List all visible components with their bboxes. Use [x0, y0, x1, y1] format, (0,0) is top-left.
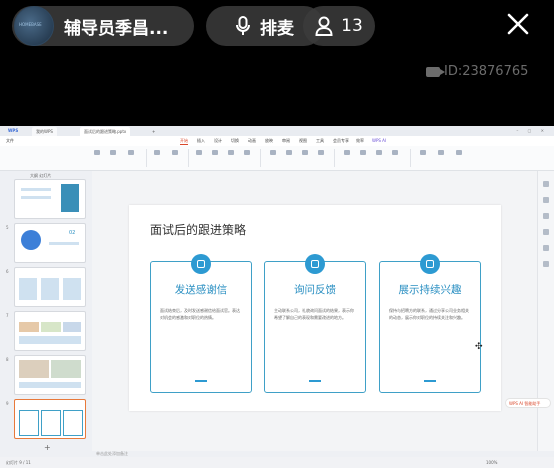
slide-thumbnail-selected[interactable]: 9: [6, 399, 86, 439]
slide-thumbnail[interactable]: 6: [6, 267, 86, 307]
slide-thumbnail[interactable]: 8: [6, 355, 86, 395]
wps-logo: WPS: [8, 128, 19, 133]
card-heading: 展示持续兴趣: [398, 284, 462, 296]
card-show-interest[interactable]: 展示持续兴趣 保持与招聘方的联系，通过分享公司业务相关的动态，展示你对职位的持续…: [379, 254, 481, 393]
menu-transition[interactable]: 切换: [231, 138, 239, 144]
stream-id: ID:23876765: [426, 64, 528, 79]
card-heading: 发送感谢信: [174, 284, 228, 296]
menu-review[interactable]: 审阅: [282, 138, 290, 144]
mouse-cursor: ✣: [475, 342, 483, 352]
menu-tools[interactable]: 工具: [316, 138, 324, 144]
ribbon-tool[interactable]: [90, 150, 104, 158]
thank-you-icon: [191, 254, 211, 274]
menu-wps-ai[interactable]: WPS AI: [372, 138, 386, 143]
ribbon-tool[interactable]: [150, 150, 164, 158]
slide-thumbnail[interactable]: 7: [6, 311, 86, 351]
new-tab-button[interactable]: +: [148, 127, 159, 136]
wps-tabstrip: WPS 我的WPS 面试后的跟进策略.pptx + – ▢ ✕: [0, 126, 554, 136]
ribbon-tool[interactable]: [208, 150, 222, 158]
ribbon-tool[interactable]: [340, 150, 354, 158]
feedback-icon: [305, 254, 325, 274]
mic-label: 排麦: [260, 18, 294, 39]
rail-tool-icon[interactable]: [543, 181, 549, 187]
menu-file[interactable]: 文件: [6, 138, 14, 144]
card-heading: 询问反馈: [294, 284, 336, 296]
ribbon-tool[interactable]: [434, 150, 448, 158]
slide-thumbnail[interactable]: 5 02: [6, 223, 86, 263]
ribbon-tool[interactable]: [266, 150, 280, 158]
tab-document[interactable]: 面试后的跟进策略.pptx: [80, 127, 131, 136]
ribbon-tool[interactable]: [314, 150, 328, 158]
ribbon-tool[interactable]: [452, 150, 466, 158]
ribbon-tool[interactable]: [168, 150, 182, 158]
ribbon-tool[interactable]: [124, 150, 138, 158]
ribbon-tool[interactable]: [106, 150, 120, 158]
rail-tool-icon[interactable]: [543, 229, 549, 235]
slide-counter: 幻灯片 9 / 11: [6, 460, 31, 465]
ribbon-tool[interactable]: [192, 150, 206, 158]
ribbon-tool[interactable]: [356, 150, 370, 158]
right-tool-rail: [537, 171, 554, 451]
ribbon-tool[interactable]: [224, 150, 238, 158]
menu-design[interactable]: 设计: [214, 138, 222, 144]
microphone-icon: [236, 16, 250, 35]
slide-editing-canvas[interactable]: 面试后的跟进策略 发送感谢信 面试结束后，及时发送感谢信给面试官。表达对机会的感…: [92, 171, 538, 451]
camera-icon: [426, 66, 445, 77]
ribbon-tool[interactable]: [388, 150, 402, 158]
menu-view[interactable]: 视图: [299, 138, 307, 144]
user-icon: [315, 16, 333, 36]
rail-tool-icon[interactable]: [543, 261, 549, 267]
zoom-level[interactable]: 100%: [486, 460, 497, 465]
viewer-count: 13: [341, 16, 363, 36]
ribbon-tool[interactable]: [298, 150, 312, 158]
card-ask-feedback[interactable]: 询问反馈 主动联系公司，礼貌询问面试的结果，表示你希望了解自己的表现和需要改进的…: [264, 254, 366, 393]
rail-tool-icon[interactable]: [543, 245, 549, 251]
thumb-number-text: 02: [69, 230, 76, 236]
ribbon-tool[interactable]: [372, 150, 386, 158]
wps-ai-badge[interactable]: WPS AI 智能助手: [505, 398, 551, 408]
stream-id-text: ID:23876765: [444, 64, 529, 79]
ribbon-toolbar: [0, 146, 554, 171]
slide-thumbnail[interactable]: [14, 179, 86, 219]
status-bar: 幻灯片 9 / 11 100%: [0, 457, 554, 468]
interest-icon: [420, 254, 440, 274]
host-avatar-text: HOMEBASE: [19, 22, 42, 27]
card-body: 主动联系公司，礼貌询问面试的结果，表示你希望了解自己的表现和需要改进的地方。: [274, 308, 354, 320]
card-body: 面试结束后，及时发送感谢信给面试官。表达对机会的感激和对职位的热情。: [160, 308, 240, 320]
close-icon[interactable]: [506, 12, 530, 36]
rail-tool-icon[interactable]: [543, 213, 549, 219]
add-slide-button[interactable]: +: [44, 443, 51, 452]
viewer-count-pill[interactable]: 13: [303, 6, 375, 46]
host-name: 辅导员季昌...: [64, 18, 169, 39]
rail-tool-icon[interactable]: [543, 197, 549, 203]
slide-thumbnail-pane: 大纲 幻灯片 5 02 6 7 8 9 +: [0, 171, 92, 452]
menu-efficiency[interactable]: 效率: [356, 138, 364, 144]
slide-title[interactable]: 面试后的跟进策略: [150, 221, 246, 238]
card-accent-bar: [309, 380, 321, 382]
menu-member[interactable]: 会员专享: [333, 138, 349, 144]
menu-slideshow[interactable]: 放映: [265, 138, 273, 144]
wps-menubar: 文件 开始 插入 设计 切换 动画 放映 审阅 视图 工具 会员专享 效率 WP…: [0, 136, 554, 146]
card-accent-bar: [424, 380, 436, 382]
menu-insert[interactable]: 插入: [197, 138, 205, 144]
menu-home[interactable]: 开始: [180, 138, 188, 145]
ribbon-tool[interactable]: [282, 150, 296, 158]
card-thank-you[interactable]: 发送感谢信 面试结束后，及时发送感谢信给面试官。表达对机会的感激和对职位的热情。: [150, 254, 252, 393]
card-accent-bar: [195, 380, 207, 382]
menu-animation[interactable]: 动画: [248, 138, 256, 144]
tab-my-wps[interactable]: 我的WPS: [32, 127, 57, 136]
window-controls[interactable]: – ▢ ✕: [516, 128, 548, 133]
host-avatar[interactable]: HOMEBASE: [14, 6, 54, 46]
stream-topbar: HOMEBASE 辅导员季昌... 排麦 13: [0, 0, 554, 54]
shared-screen: WPS 我的WPS 面试后的跟进策略.pptx + – ▢ ✕ 文件 开始 插入…: [0, 126, 554, 468]
current-slide[interactable]: 面试后的跟进策略 发送感谢信 面试结束后，及时发送感谢信给面试官。表达对机会的感…: [129, 205, 501, 411]
host-profile-pill[interactable]: HOMEBASE 辅导员季昌...: [12, 6, 194, 46]
ribbon-tool[interactable]: [240, 150, 254, 158]
card-body: 保持与招聘方的联系，通过分享公司业务相关的动态，展示你对职位的持续关注和兴趣。: [389, 308, 469, 320]
ribbon-tool[interactable]: [416, 150, 430, 158]
